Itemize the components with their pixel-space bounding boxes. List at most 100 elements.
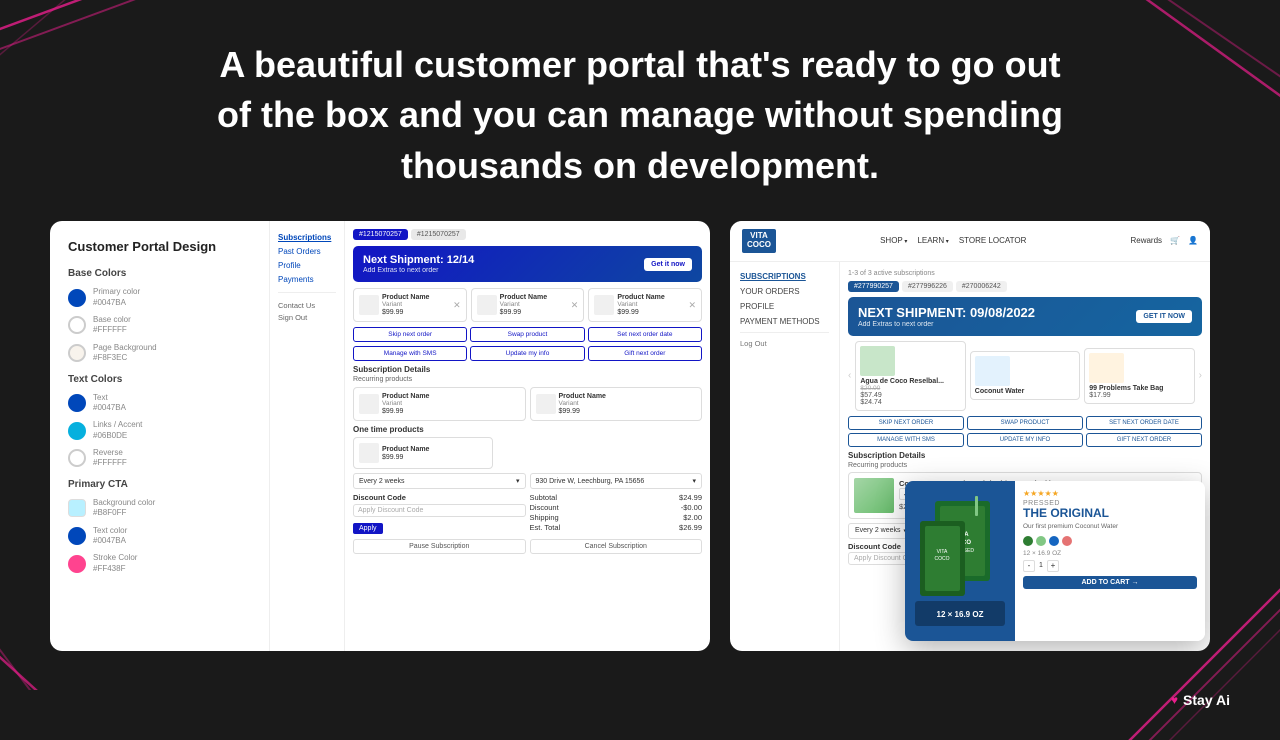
product-remove-3[interactable]: ✕ (688, 300, 696, 311)
svg-text:VITA: VITA (937, 549, 948, 555)
popup-qty-decrease[interactable]: - (1023, 560, 1035, 572)
cta-stroke-label: Stroke Color #FF438F (93, 553, 137, 574)
nav-contact[interactable]: Contact Us (278, 301, 336, 310)
nav-store-locator[interactable]: STORE LOCATOR (959, 236, 1027, 245)
pause-subscription-btn[interactable]: Pause Subscription (353, 539, 526, 554)
gift-order-btn[interactable]: Gift next order (588, 346, 702, 361)
recurring-card-1: Product Name Variant $99.99 (353, 387, 526, 421)
vita-tab-1[interactable]: #277990257 (848, 281, 899, 292)
color-item-links: Links / Accent #06B0DE (68, 420, 251, 441)
left-panel: Customer Portal Design Base Colors Prima… (50, 221, 710, 651)
skip-order-btn[interactable]: Skip next order (353, 327, 467, 342)
vita-product-2: Coconut Water (970, 351, 1080, 400)
swap-product-btn[interactable]: Swap product (470, 327, 584, 342)
vita-product-img-3 (1089, 353, 1124, 383)
vita-gift-btn[interactable]: GIFT NEXT ORDER (1086, 433, 1202, 447)
discount-input[interactable]: Apply Discount Code (353, 504, 526, 517)
set-order-date-btn[interactable]: Set next order date (588, 327, 702, 342)
cta-bg-label: Background color #B8F0FF (93, 498, 155, 519)
vita-set-date-btn[interactable]: SET NEXT ORDER DATE (1086, 416, 1202, 430)
manage-sms-btn[interactable]: Manage with SMS (353, 346, 467, 361)
tab-1[interactable]: #1215070257 (353, 229, 408, 240)
color-option-lightgreen[interactable] (1036, 536, 1046, 546)
one-time-label: One time products (353, 425, 702, 434)
nav-subscriptions[interactable]: Subscriptions (278, 233, 336, 242)
frequency-select[interactable]: Every 2 weeks ▾ (353, 473, 526, 489)
svg-text:12 × 16.9 OZ: 12 × 16.9 OZ (937, 610, 984, 619)
cta-bg-dot (68, 499, 86, 517)
product-remove-2[interactable]: ✕ (571, 300, 579, 311)
vita-nav-subscriptions[interactable]: SUBSCRIPTIONS (740, 272, 829, 281)
product-cartons-svg: VITA COCO PRESSED VITA COCO 12 × 16.9 OZ (905, 481, 1015, 641)
hero-headline: A beautiful customer portal that's ready… (200, 40, 1080, 191)
shipment-subtitle: Add Extras to next order (363, 267, 474, 274)
vita-update-btn[interactable]: UPDATE MY INFO (967, 433, 1083, 447)
bottom-buttons: Pause Subscription Cancel Subscription (353, 539, 702, 554)
subtotal-row: Subtotal $24.99 (530, 493, 703, 502)
color-dot-links (68, 422, 86, 440)
color-label-links: Links / Accent #06B0DE (93, 420, 142, 441)
popup-product-visual: VITA COCO PRESSED VITA COCO 12 × 16.9 OZ (905, 481, 1015, 641)
vita-sub-details-title: Subscription Details (848, 451, 1202, 460)
nav-shop[interactable]: SHOP (880, 236, 907, 245)
nav-learn[interactable]: LEARN (917, 236, 948, 245)
popup-desc: Our first premium Coconut Water (1023, 523, 1197, 531)
vita-tab-2[interactable]: #277996226 (902, 281, 953, 292)
product-remove-1[interactable]: ✕ (453, 300, 461, 311)
tab-2[interactable]: #1215070257 (411, 229, 466, 240)
vita-product-img-1 (860, 346, 895, 376)
vita-get-btn[interactable]: GET IT NOW (1136, 310, 1192, 323)
recurring-card-2: Product Name Variant $99.99 (530, 387, 703, 421)
recurring-img-2 (536, 394, 556, 414)
vita-tab-3[interactable]: #270006242 (956, 281, 1007, 292)
shipment-header: Next Shipment: 12/14 Add Extras to next … (353, 246, 702, 282)
chevron-down-icon: ▾ (516, 477, 520, 485)
actions-row-1: Skip next order Swap product Set next or… (353, 327, 702, 342)
user-icon[interactable]: 👤 (1188, 236, 1198, 245)
vita-logo: VITA COCO (742, 229, 776, 253)
vita-swap-btn[interactable]: SWAP PRODUCT (967, 416, 1083, 430)
popup-add-to-cart-btn[interactable]: ADD TO CART → (1023, 576, 1197, 589)
color-option-green[interactable] (1023, 536, 1033, 546)
vita-nav-payment[interactable]: PAYMENT METHODS (740, 317, 829, 326)
subscription-tabs: #1215070257 #1215070257 (353, 229, 702, 240)
color-option-red[interactable] (1062, 536, 1072, 546)
recurring-products-row: Product Name Variant $99.99 Product Name… (353, 387, 702, 421)
nav-profile[interactable]: Profile (278, 261, 336, 270)
color-label-bg: Page Background #F8F3EC (93, 343, 157, 364)
vita-product-1: Agua de Coco Reselbal... $20.00 $57.49 $… (855, 341, 965, 411)
portal-preview: Subscriptions Past Orders Profile Paymen… (270, 221, 710, 651)
color-label-text: Text #0047BA (93, 393, 126, 414)
prev-product-btn[interactable]: ‹ (848, 370, 851, 381)
vita-header: VITA COCO SHOP LEARN STORE LOCATOR Rewar… (730, 221, 1210, 262)
cart-icon[interactable]: 🛒 (1170, 236, 1180, 245)
nav-signout[interactable]: Sign Out (278, 313, 336, 322)
nav-divider (278, 292, 336, 293)
vita-nav-orders[interactable]: YOUR ORDERS (740, 287, 829, 296)
product-img-2 (477, 295, 497, 315)
product-info-1: Product Name Variant $99.99 (382, 294, 429, 316)
shipment-info: Next Shipment: 12/14 Add Extras to next … (363, 254, 474, 274)
popup-qty-increase[interactable]: + (1047, 560, 1059, 572)
vita-nav-logout[interactable]: Log Out (740, 339, 829, 348)
vita-sms-btn[interactable]: MANAGE WITH SMS (848, 433, 964, 447)
cancel-subscription-btn[interactable]: Cancel Subscription (530, 539, 703, 554)
vita-skip-btn[interactable]: SKIP NEXT ORDER (848, 416, 964, 430)
portal-main-content: #1215070257 #1215070257 Next Shipment: 1… (345, 221, 710, 651)
chevron-down-icon-addr: ▾ (692, 477, 696, 485)
vita-nav-profile[interactable]: PROFILE (740, 302, 829, 311)
stayai-brand: Stay Ai (1183, 692, 1230, 708)
next-product-btn[interactable]: › (1199, 370, 1202, 381)
stayai-footer: ♥ Stay Ai (1171, 692, 1230, 708)
nav-past-orders[interactable]: Past Orders (278, 247, 336, 256)
get-it-button[interactable]: Get it now (644, 258, 692, 271)
color-option-blue[interactable] (1049, 536, 1059, 546)
stayai-heart-icon: ♥ (1171, 693, 1178, 707)
apply-discount-btn[interactable]: Apply (353, 523, 383, 534)
address-select[interactable]: 930 Drive W, Leechburg, PA 15656 ▾ (530, 473, 703, 489)
design-sidebar: Customer Portal Design Base Colors Prima… (50, 221, 270, 651)
nav-payments[interactable]: Payments (278, 275, 336, 284)
rewards-link[interactable]: Rewards (1130, 236, 1162, 245)
color-dot-reverse (68, 449, 86, 467)
update-info-btn[interactable]: Update my info (470, 346, 584, 361)
